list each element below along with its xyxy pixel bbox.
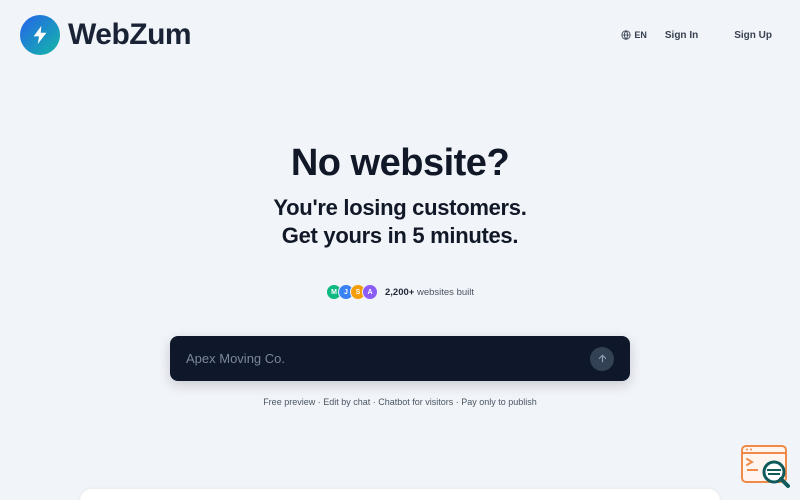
- avatar-group: MJSA: [326, 284, 378, 300]
- hero-sub-line-1: You're losing customers.: [273, 195, 527, 220]
- top-nav: EN Sign In Sign Up: [621, 27, 772, 43]
- chat-widget-button[interactable]: [740, 444, 792, 490]
- websites-count: 2,200+: [385, 286, 415, 298]
- sign-in-link[interactable]: Sign In: [665, 30, 698, 41]
- logo[interactable]: WebZum: [20, 15, 192, 55]
- chat-search-icon: [741, 445, 790, 488]
- business-name-input[interactable]: [186, 351, 590, 366]
- content-card: [80, 489, 720, 500]
- header: WebZum EN Sign In Sign Up: [0, 0, 800, 70]
- language-label: EN: [634, 30, 647, 40]
- business-name-prompt: [170, 336, 630, 381]
- logo-text: WebZum: [68, 18, 192, 51]
- submit-button[interactable]: [590, 346, 614, 371]
- globe-icon: [621, 30, 631, 40]
- hero-sub-line-2: Get yours in 5 minutes.: [281, 223, 519, 248]
- social-proof: MJSA 2,200+ websites built: [0, 284, 800, 300]
- websites-label: websites built: [416, 286, 474, 298]
- language-selector[interactable]: EN: [621, 30, 647, 40]
- hero-subheadline: You're losing customers. Get yours in 5 …: [0, 194, 800, 250]
- arrow-up-icon: [598, 354, 606, 363]
- social-proof-text: 2,200+ websites built: [385, 287, 474, 298]
- hero-headline: No website?: [290, 142, 510, 184]
- page: WebZum EN Sign In Sign Up No website? Yo…: [0, 0, 800, 500]
- hero: No website? You're losing customers. Get…: [0, 140, 800, 250]
- lightning-icon: [20, 15, 60, 55]
- sign-up-link[interactable]: Sign Up: [734, 30, 772, 41]
- avatar: A: [362, 284, 378, 300]
- features-line: Free preview · Edit by chat · Chatbot fo…: [263, 397, 537, 407]
